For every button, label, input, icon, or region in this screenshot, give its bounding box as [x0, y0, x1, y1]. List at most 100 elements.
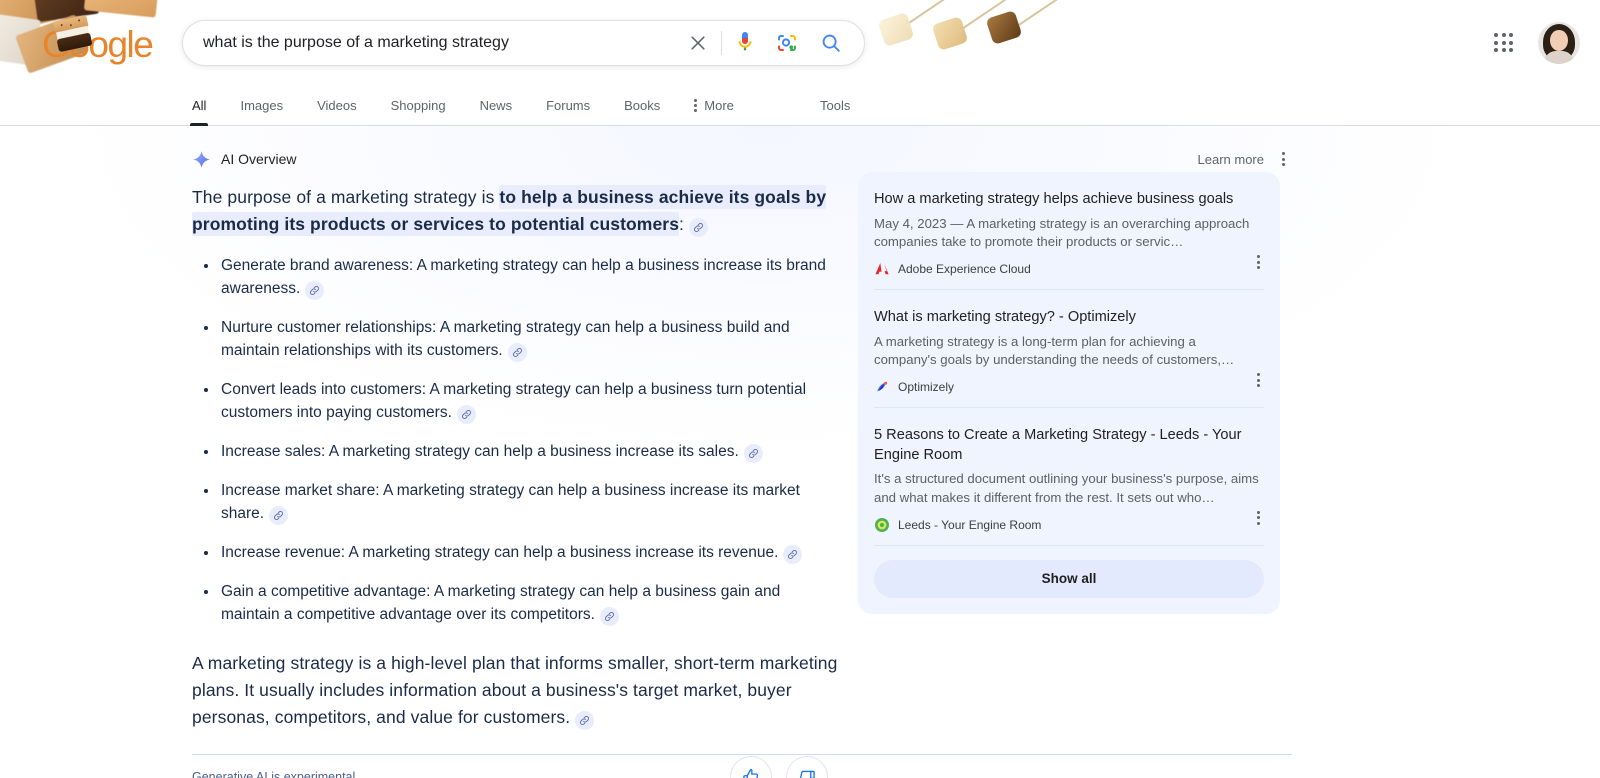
results-divider: [192, 754, 1292, 755]
source-link-icon[interactable]: [507, 343, 527, 362]
source-menu-icon[interactable]: [1253, 507, 1264, 529]
source-link-icon[interactable]: [743, 443, 763, 463]
thumb-down-icon: [799, 770, 815, 778]
clear-search-icon[interactable]: [683, 28, 713, 58]
tab-all[interactable]: All: [189, 85, 209, 126]
tab-shopping-label: Shopping: [390, 98, 446, 113]
source-title[interactable]: How a marketing strategy helps achieve b…: [874, 190, 1264, 210]
source-title[interactable]: What is marketing strategy? - Optimizely: [874, 308, 1264, 328]
ai-overview-closing-paragraph: A marketing strategy is a high-level pla…: [192, 650, 842, 730]
more-vert-icon: [694, 99, 698, 112]
source-snippet: It's a structured document outlining you…: [874, 471, 1259, 505]
source-link-icon[interactable]: [575, 710, 595, 730]
ai-overview-block: AI Overview Learn more The purpose of a …: [192, 126, 1292, 778]
list-item: Gain a competitive advantage: A marketin…: [192, 581, 842, 627]
source-card[interactable]: How a marketing strategy helps achieve b…: [874, 172, 1264, 291]
optimizely-icon: [874, 379, 890, 395]
lead-prefix: The purpose of a marketing strategy is: [192, 187, 500, 207]
list-item: Increase market share: A marketing strat…: [192, 480, 842, 526]
list-item: Generate brand awareness: A marketing st…: [192, 255, 842, 301]
sparkle-icon: [192, 150, 211, 168]
ai-overview-text-column: The purpose of a marketing strategy is t…: [192, 184, 842, 778]
source-menu-icon[interactable]: [1253, 369, 1264, 391]
source-site-line: Optimizely: [874, 379, 1264, 395]
source-menu-icon[interactable]: [1253, 251, 1264, 273]
tab-forums-label: Forums: [546, 98, 591, 113]
search-nav-tabs: All Images Videos Shopping News Forums B…: [0, 85, 1600, 126]
thumbs-up-button[interactable]: [730, 756, 772, 778]
google-lens-icon[interactable]: [774, 30, 800, 56]
google-apps-icon[interactable]: [1491, 30, 1517, 56]
closing-text: A marketing strategy is a high-level pla…: [192, 653, 838, 727]
experimental-note: Generative AI is experimental.: [192, 770, 359, 778]
source-link-icon[interactable]: [599, 606, 619, 626]
ai-overview-header: AI Overview Learn more: [192, 126, 1289, 170]
source-site-line: Adobe Experience Cloud: [874, 261, 1264, 277]
tab-books-label: Books: [624, 98, 661, 113]
search-divider: [721, 31, 722, 55]
ai-overview-body: The purpose of a marketing strategy is t…: [192, 172, 1292, 778]
marshmallow-skewers-art: [875, 0, 1075, 67]
source-site-line: Leeds - Your Engine Room: [874, 517, 1264, 533]
tab-videos-label: Videos: [317, 98, 357, 113]
leeds-icon: [874, 517, 890, 533]
bullet-text: Increase revenue: A marketing strategy c…: [221, 543, 779, 561]
tab-videos[interactable]: Videos: [317, 85, 357, 126]
tab-shopping[interactable]: Shopping: [391, 85, 446, 126]
list-item: Nurture customer relationships: A market…: [192, 317, 842, 363]
voice-search-icon[interactable]: [732, 27, 758, 59]
ai-overview-title: AI Overview: [221, 151, 297, 167]
tab-more-label: More: [704, 98, 734, 113]
list-item: Increase revenue: A marketing strategy c…: [192, 542, 842, 565]
ai-overview-bullet-list: Generate brand awareness: A marketing st…: [192, 255, 842, 626]
smore-logo-overlay: [52, 14, 93, 55]
ai-overview-menu-icon[interactable]: [1278, 148, 1289, 170]
source-link-icon[interactable]: [456, 404, 476, 424]
source-card[interactable]: 5 Reasons to Create a Marketing Strategy…: [874, 408, 1264, 546]
source-site-name: Optimizely: [898, 380, 955, 395]
thumb-up-icon: [743, 769, 759, 778]
tab-all-label: All: [192, 98, 207, 113]
list-item: Increase sales: A marketing strategy can…: [192, 441, 842, 464]
thumbs-down-button[interactable]: [786, 756, 828, 778]
source-snippet: A marketing strategy is a long-term plan…: [874, 333, 1235, 368]
lead-suffix: :: [679, 213, 685, 234]
bullet-text: Convert leads into customers: A marketin…: [221, 380, 807, 421]
tab-news[interactable]: News: [480, 85, 513, 126]
tab-books[interactable]: Books: [624, 85, 660, 126]
tab-forums[interactable]: Forums: [546, 85, 590, 126]
results-main: AI Overview Learn more The purpose of a …: [0, 126, 1600, 778]
bullet-text: Increase sales: A marketing strategy can…: [221, 442, 739, 460]
tab-images[interactable]: Images: [240, 85, 283, 126]
page-header: Google: [0, 0, 1600, 85]
learn-more-link[interactable]: Learn more: [1198, 152, 1264, 167]
source-link-icon[interactable]: [783, 544, 803, 564]
ai-overview-actions: Learn more: [1198, 148, 1289, 170]
source-link-icon[interactable]: [269, 505, 289, 525]
source-link-icon[interactable]: [305, 281, 325, 301]
tools-button[interactable]: Tools: [820, 85, 850, 126]
search-input[interactable]: [183, 21, 683, 65]
source-title[interactable]: 5 Reasons to Create a Marketing Strategy…: [874, 426, 1264, 465]
source-site-name: Adobe Experience Cloud: [898, 262, 1031, 277]
search-submit-icon[interactable]: [818, 30, 844, 56]
feedback-buttons: [730, 756, 828, 778]
tab-news-label: News: [479, 98, 513, 113]
adobe-icon: [874, 261, 890, 277]
list-item: Convert leads into customers: A marketin…: [192, 379, 842, 425]
source-card[interactable]: What is marketing strategy? - Optimizely…: [874, 290, 1264, 409]
bullet-text: Gain a competitive advantage: A marketin…: [221, 582, 781, 623]
bullet-text: Nurture customer relationships: A market…: [221, 319, 790, 359]
source-link-icon[interactable]: [689, 217, 709, 237]
ai-overview-lead: The purpose of a marketing strategy is t…: [192, 184, 842, 237]
show-all-sources-button[interactable]: Show all: [874, 559, 1264, 598]
bullet-text: Increase market share: A marketing strat…: [221, 481, 800, 522]
tab-list: All Images Videos Shopping News Forums B…: [189, 85, 768, 126]
ai-overview-footer: Generative AI is experimental.: [192, 756, 840, 778]
search-bar[interactable]: [182, 20, 865, 66]
ai-overview-title-group: AI Overview: [192, 150, 296, 169]
tab-images-label: Images: [240, 98, 284, 113]
tab-more[interactable]: More: [694, 85, 734, 126]
tools-label: Tools: [820, 98, 851, 113]
account-avatar[interactable]: [1538, 22, 1580, 64]
